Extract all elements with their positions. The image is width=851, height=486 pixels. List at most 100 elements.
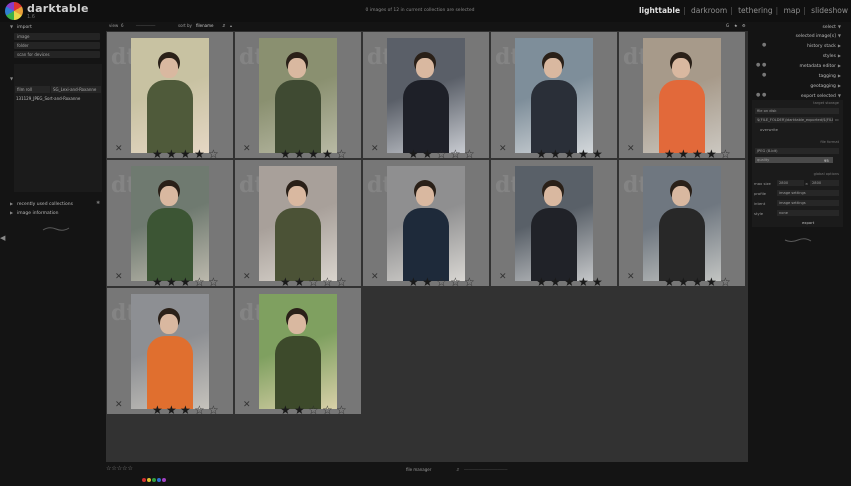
star-icon[interactable]: ★ — [578, 148, 592, 160]
view-lighttable[interactable]: lighttable — [639, 6, 680, 15]
star-rating[interactable]: ★ ★ ★ ★ ☆ — [280, 143, 350, 160]
thumbnail[interactable]: dt ✕ ★ ★ ★ ★ ★ — [491, 160, 617, 288]
star-icon[interactable]: ☆ — [336, 276, 350, 288]
star-icon[interactable]: ★ — [152, 276, 166, 288]
view-map[interactable]: map — [784, 6, 801, 15]
star-icon[interactable]: ★ — [166, 148, 180, 160]
import-section-header[interactable]: ▼ import — [10, 23, 103, 31]
sort-value[interactable]: filename — [196, 23, 213, 28]
star-rating[interactable]: ★ ★ ☆ ☆ ☆ — [408, 143, 478, 160]
star-icon[interactable]: ★ — [280, 404, 294, 416]
thumbnail-photo[interactable] — [643, 38, 721, 153]
star-rating[interactable]: ★ ★ ★ ★ ★ — [536, 271, 606, 288]
star-icon[interactable]: ★ — [664, 148, 678, 160]
star-rating[interactable]: ★ ★ ☆ ☆ ☆ — [408, 271, 478, 288]
select-header[interactable]: select ▼ — [823, 24, 841, 30]
layout-dropdown-icon[interactable]: ⇵ — [456, 467, 459, 472]
star-icon[interactable]: ☆ — [464, 148, 478, 160]
star-icon[interactable]: ★ — [408, 276, 422, 288]
scan-devices-button[interactable]: scan for devices — [14, 51, 100, 58]
style-select[interactable]: none — [777, 210, 839, 216]
star-icon[interactable]: ★ — [180, 276, 194, 288]
collect-property-select[interactable]: film roll — [15, 86, 50, 93]
star-icon[interactable]: ★ — [152, 404, 166, 416]
star-icon[interactable]: ★ — [564, 148, 578, 160]
star-icon[interactable]: ★ — [692, 148, 706, 160]
star-icon[interactable]: ★ — [408, 148, 422, 160]
reject-icon[interactable]: ✕ — [499, 144, 507, 154]
star-icon[interactable]: ★ — [706, 148, 720, 160]
star-icon[interactable]: ☆ — [720, 148, 734, 160]
thumbnail[interactable]: dt ✕ ★ ★ ★ ☆ ☆ — [107, 160, 233, 288]
star-icon[interactable]: ★ — [550, 148, 564, 160]
star-icon[interactable]: ★ — [678, 276, 692, 288]
settings-icon[interactable]: ✱ — [96, 200, 100, 208]
star-icon[interactable]: ★ — [294, 148, 308, 160]
thumbnail[interactable]: dt ✕ ★ ★ ★ ★ ★ — [491, 32, 617, 160]
image-information-header[interactable]: ▶ image information — [10, 209, 103, 217]
star-icon[interactable]: ☆ — [450, 148, 464, 160]
thumbnail-photo[interactable] — [259, 166, 337, 281]
import-folder-button[interactable]: folder — [14, 42, 100, 49]
star-rating[interactable]: ★ ★ ★ ★ ★ — [536, 143, 606, 160]
star-icon[interactable]: ★ — [422, 148, 436, 160]
color-label-dot-icon[interactable] — [147, 478, 151, 482]
star-rating[interactable]: ★ ★ ★ ★ ☆ — [152, 143, 222, 160]
star-icon[interactable]: ★ — [592, 148, 606, 160]
star-icon[interactable]: ☆ — [720, 276, 734, 288]
reject-icon[interactable]: ✕ — [115, 144, 123, 154]
star-icon[interactable]: ★ — [536, 148, 550, 160]
star-rating[interactable]: ★ ★ ★ ☆ ☆ — [152, 399, 222, 416]
thumbnail[interactable]: dt ✕ ★ ★ ★ ★ ☆ — [619, 32, 745, 160]
storage-select[interactable]: file on disk — [755, 108, 839, 114]
recent-collections-header[interactable]: ▶ recently used collections ✱ — [10, 200, 103, 208]
color-label-dot-icon[interactable] — [162, 478, 166, 482]
star-rating[interactable]: ★ ★ ★ ★ ☆ — [664, 271, 734, 288]
star-icon[interactable]: ☆ — [322, 404, 336, 416]
thumbnail-photo[interactable] — [387, 38, 465, 153]
star-icon[interactable]: ★ — [152, 148, 166, 160]
star-icon[interactable]: ☆ — [450, 276, 464, 288]
tagging-power-icon[interactable]: ● — [762, 72, 766, 78]
selected-images-header[interactable]: selected image[s] ▼ — [796, 33, 841, 39]
history-stack-header[interactable]: history stack ▶ — [807, 43, 841, 49]
color-label-filter[interactable] — [142, 467, 167, 486]
star-icon[interactable]: ☆ — [436, 148, 450, 160]
star-icon[interactable]: ★ — [294, 404, 308, 416]
star-icon[interactable]: ☆ — [208, 404, 222, 416]
star-icon[interactable]: ★ — [664, 276, 678, 288]
metadata-power-icon[interactable]: ● ● — [756, 62, 766, 68]
star-icon[interactable]: ★ — [166, 276, 180, 288]
star-icon[interactable]: ★ — [550, 276, 564, 288]
grouping-icon[interactable]: G — [726, 23, 729, 28]
export-power-icon[interactable]: ● ● — [756, 92, 766, 98]
star-icon[interactable]: ★ — [706, 276, 720, 288]
thumbnail-photo[interactable] — [515, 166, 593, 281]
export-selected-header[interactable]: export selected ▼ — [801, 93, 841, 99]
max-width-input[interactable]: 2800 — [777, 180, 804, 186]
view-tethering[interactable]: tethering — [738, 6, 773, 15]
star-icon[interactable]: ★ — [280, 276, 294, 288]
star-icon[interactable]: ★ — [180, 404, 194, 416]
sort-dropdown-icon[interactable]: ⇵ — [222, 23, 225, 28]
thumbnail-photo[interactable] — [259, 38, 337, 153]
import-image-button[interactable]: image — [14, 33, 100, 40]
file-manager-layout[interactable]: file manager — [406, 467, 431, 472]
reject-icon[interactable]: ✕ — [627, 272, 635, 282]
star-icon[interactable]: ★ — [280, 148, 294, 160]
tagging-header[interactable]: tagging ▶ — [819, 73, 841, 79]
zoom-slider-icon[interactable]: ──────── — [136, 23, 155, 28]
quality-slider[interactable]: quality — [755, 157, 833, 163]
export-button[interactable]: export — [802, 220, 814, 225]
star-icon[interactable]: ☆ — [208, 276, 222, 288]
reject-icon[interactable]: ✕ — [499, 272, 507, 282]
reject-icon[interactable]: ✕ — [627, 144, 635, 154]
collapse-left-arrow-icon[interactable]: ◀ — [0, 234, 5, 242]
layout-slider-icon[interactable]: ────────────────── — [464, 467, 507, 472]
max-height-input[interactable]: 2800 — [810, 180, 839, 186]
zoom-value[interactable]: 6 — [121, 23, 124, 28]
sort-order-icon[interactable]: ▴ — [230, 23, 232, 28]
preferences-gear-icon[interactable]: ⚙ — [742, 23, 746, 28]
star-rating[interactable]: ★ ★ ★ ☆ ☆ — [152, 271, 222, 288]
thumbnail[interactable]: dt ✕ ★ ★ ☆ ☆ ☆ — [235, 160, 361, 288]
